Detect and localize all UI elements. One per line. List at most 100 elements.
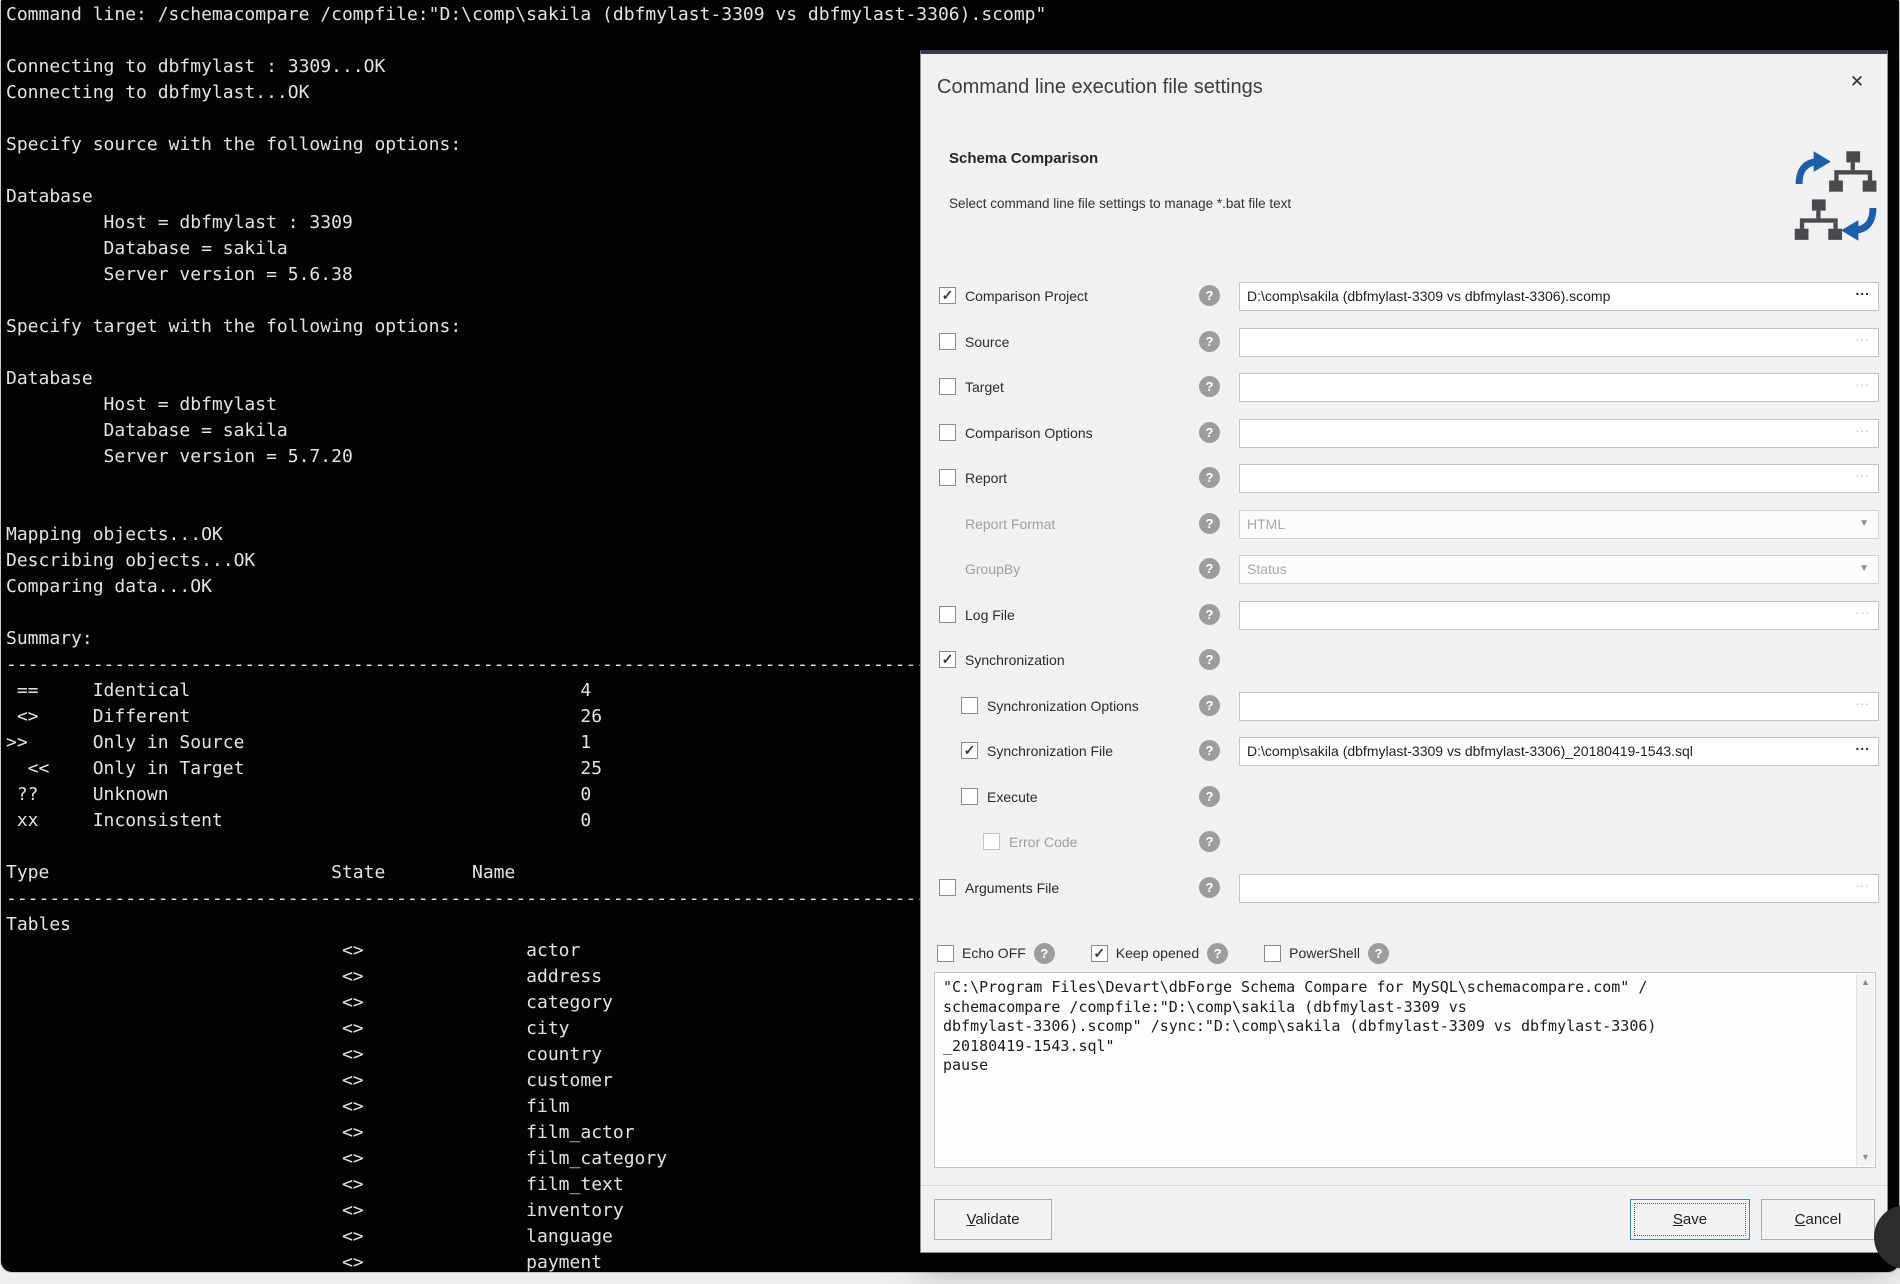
section-subtitle: Select command line file settings to man…: [949, 196, 1291, 211]
form-row: Source?...: [921, 320, 1887, 366]
browse-button[interactable]: ...: [1855, 692, 1870, 708]
scroll-down-icon[interactable]: ▼: [1857, 1149, 1874, 1166]
synchronization-options-input[interactable]: ...: [1239, 692, 1879, 721]
help-icon[interactable]: ?: [1199, 649, 1220, 670]
browse-button[interactable]: ...: [1855, 601, 1870, 617]
form-row: Execute?: [921, 775, 1887, 821]
option-label: Echo OFF: [962, 945, 1026, 961]
input-value: D:\comp\sakila (dbfmylast-3309 vs dbfmyl…: [1247, 743, 1693, 759]
log-file-checkbox[interactable]: [939, 606, 956, 623]
help-icon[interactable]: ?: [1199, 422, 1220, 443]
schema-comparison-icon: [1793, 146, 1879, 246]
help-icon[interactable]: ?: [1199, 786, 1220, 807]
bat-text-area[interactable]: "C:\Program Files\Devart\dbForge Schema …: [934, 972, 1876, 1168]
report-input[interactable]: ...: [1239, 464, 1879, 493]
save-button[interactable]: Save: [1630, 1199, 1750, 1240]
help-icon[interactable]: ?: [1199, 604, 1220, 625]
report-checkbox[interactable]: [939, 469, 956, 486]
help-icon[interactable]: ?: [1199, 376, 1220, 397]
form-row: Error Code?: [921, 820, 1887, 866]
help-icon[interactable]: ?: [1199, 831, 1220, 852]
browse-button[interactable]: ...: [1855, 282, 1870, 298]
synchronization-options-checkbox[interactable]: [961, 697, 978, 714]
row-label: Comparison Options: [965, 425, 1093, 441]
execute-checkbox[interactable]: [961, 788, 978, 805]
section-title: Schema Comparison: [949, 150, 1098, 167]
help-icon[interactable]: ?: [1199, 877, 1220, 898]
dialog-title: Command line execution file settings: [937, 76, 1263, 99]
browse-button[interactable]: ...: [1855, 328, 1870, 344]
help-icon[interactable]: ?: [1207, 943, 1228, 964]
form-row: ✓ Synchronization File? D:\comp\sakila (db…: [921, 729, 1887, 775]
browse-button[interactable]: ...: [1855, 419, 1870, 435]
help-icon[interactable]: ?: [1199, 558, 1220, 579]
error-code-checkbox[interactable]: [983, 833, 1000, 850]
form-row: Synchronization Options?...: [921, 684, 1887, 730]
browse-button[interactable]: ...: [1855, 737, 1870, 753]
row-label: Source: [965, 334, 1009, 350]
form-row: GroupBy? Status▼: [921, 547, 1887, 593]
comparison-options-checkbox[interactable]: [939, 424, 956, 441]
comparison-project-checkbox[interactable]: ✓: [939, 287, 956, 304]
browse-button[interactable]: ...: [1855, 464, 1870, 480]
help-icon[interactable]: ?: [1034, 943, 1055, 964]
row-label: Synchronization File: [987, 743, 1113, 759]
row-label: GroupBy: [965, 561, 1020, 577]
screenshot-root: Command line: /schemacompare /compfile:"…: [0, 0, 1900, 1284]
scrollbar[interactable]: ▲ ▼: [1856, 974, 1874, 1166]
comparison-project-input[interactable]: D:\comp\sakila (dbfmylast-3309 vs dbfmyl…: [1239, 282, 1879, 311]
row-label: Error Code: [1009, 834, 1077, 850]
help-icon[interactable]: ?: [1368, 943, 1389, 964]
target-checkbox[interactable]: [939, 378, 956, 395]
groupby-dropdown[interactable]: Status▼: [1239, 555, 1879, 584]
row-label: Comparison Project: [965, 288, 1088, 304]
close-button[interactable]: ✕: [1841, 68, 1873, 96]
row-label: Log File: [965, 607, 1015, 623]
row-label: Report Format: [965, 516, 1055, 532]
help-icon[interactable]: ?: [1199, 285, 1220, 306]
form-row: Report Format? HTML▼: [921, 502, 1887, 548]
help-icon[interactable]: ?: [1199, 467, 1220, 488]
bat-option: ✓ Keep opened?: [1091, 943, 1228, 964]
validate-button[interactable]: Validate: [934, 1199, 1052, 1240]
form-row: Log File?...: [921, 593, 1887, 639]
help-icon[interactable]: ?: [1199, 331, 1220, 352]
row-label: Synchronization: [965, 652, 1065, 668]
option-label: Keep opened: [1116, 945, 1199, 961]
row-label: Arguments File: [965, 880, 1059, 896]
browse-button[interactable]: ...: [1855, 373, 1870, 389]
synchronization-file-checkbox[interactable]: ✓: [961, 742, 978, 759]
log-file-input[interactable]: ...: [1239, 601, 1879, 630]
bat-options-row: Echo OFF?✓Keep opened?PowerShell?: [937, 938, 1389, 968]
powershell-checkbox[interactable]: [1264, 945, 1281, 962]
help-icon[interactable]: ?: [1199, 513, 1220, 534]
option-label: PowerShell: [1289, 945, 1360, 961]
source-input[interactable]: ...: [1239, 328, 1879, 357]
form-row: Arguments File?...: [921, 866, 1887, 912]
bat-option: Echo OFF?: [937, 943, 1055, 964]
input-value: D:\comp\sakila (dbfmylast-3309 vs dbfmyl…: [1247, 288, 1610, 304]
dialog-footer: Validate Save Cancel: [921, 1185, 1887, 1252]
scroll-up-icon[interactable]: ▲: [1857, 974, 1874, 991]
synchronization-file-input[interactable]: D:\comp\sakila (dbfmylast-3309 vs dbfmyl…: [1239, 737, 1879, 766]
target-input[interactable]: ...: [1239, 373, 1879, 402]
row-label: Synchronization Options: [987, 698, 1139, 714]
help-icon[interactable]: ?: [1199, 695, 1220, 716]
console-line: <> payment: [1, 1250, 1899, 1273]
source-checkbox[interactable]: [939, 333, 956, 350]
arguments-file-checkbox[interactable]: [939, 879, 956, 896]
help-icon[interactable]: ?: [1199, 740, 1220, 761]
cancel-button[interactable]: Cancel: [1761, 1199, 1875, 1240]
comparison-options-input[interactable]: ...: [1239, 419, 1879, 448]
dropdown-arrow-icon: ▼: [1859, 518, 1869, 529]
echo-off-checkbox[interactable]: [937, 945, 954, 962]
settings-form: ✓ Comparison Project? D:\comp\sakila (dbfm…: [921, 274, 1887, 911]
form-row: Comparison Options?...: [921, 411, 1887, 457]
bat-option: PowerShell?: [1264, 943, 1389, 964]
report-format-dropdown[interactable]: HTML▼: [1239, 510, 1879, 539]
synchronization-checkbox[interactable]: ✓: [939, 651, 956, 668]
arguments-file-input[interactable]: ...: [1239, 874, 1879, 903]
row-label: Execute: [987, 789, 1038, 805]
browse-button[interactable]: ...: [1855, 874, 1870, 890]
keep-opened-checkbox[interactable]: ✓: [1091, 945, 1108, 962]
